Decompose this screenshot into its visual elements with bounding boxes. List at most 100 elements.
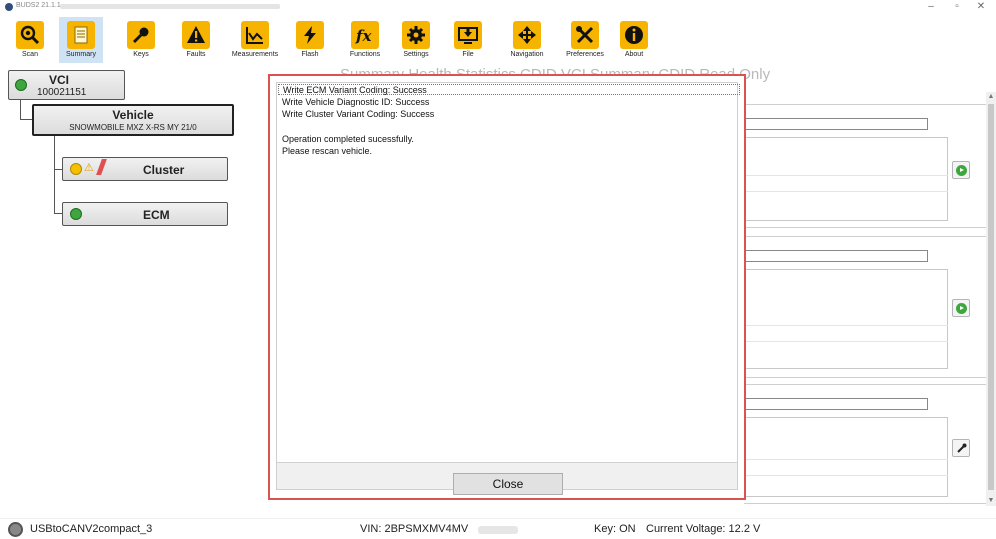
maximize-button[interactable]: ▫: [944, 0, 970, 14]
toolbar-file-button[interactable]: File: [446, 17, 490, 63]
toolbar-file-label: File: [462, 51, 474, 58]
group-line: [744, 475, 948, 476]
cluster-label: Cluster: [143, 163, 185, 177]
log-line: Operation completed sucessfully.: [282, 134, 414, 144]
wrench-screwdriver-icon: [571, 21, 599, 49]
svg-text:fx: fx: [355, 27, 372, 45]
toolbar-flash-button[interactable]: Flash: [288, 17, 332, 63]
flash-pending-icon: [96, 159, 107, 175]
edit-button[interactable]: [952, 439, 970, 457]
operation-result-dialog: Write ECM Variant Coding: Success Write …: [268, 74, 746, 500]
key-icon: [127, 21, 155, 49]
current-voltage: Current Voltage: 12.2 V: [646, 523, 761, 535]
tree-node-ecm[interactable]: ECM: [62, 202, 228, 226]
play-icon: [956, 303, 967, 314]
tree-node-vehicle[interactable]: Vehicle SNOWMOBILE MXZ X-RS MY 21/0: [32, 104, 234, 136]
device-name: USBtoCANV2compact_3: [30, 523, 153, 535]
toolbar-settings-label: Settings: [403, 51, 429, 58]
run-button[interactable]: [952, 299, 970, 317]
toolbar-settings-button[interactable]: Settings: [394, 17, 438, 63]
summary-group-3: [744, 384, 988, 504]
toolbar-navigation-label: Navigation: [510, 51, 544, 58]
title-bar: BUDS2 21.1.1 – ▫ ✕: [0, 0, 996, 14]
toolbar-flash-label: Flash: [301, 51, 319, 58]
usb-device-icon: [8, 522, 23, 537]
status-bar: USBtoCANV2compact_3 VIN: 2BPSMXMV4MV Key…: [0, 518, 996, 539]
group-field: [744, 250, 928, 262]
summary-document-icon: [67, 21, 95, 49]
warning-triangle-icon: [182, 21, 210, 49]
toolbar-scan-button[interactable]: Scan: [8, 17, 52, 63]
tree-connector: [20, 100, 21, 120]
group-line: [744, 325, 948, 326]
vehicle-title: Vehicle: [112, 108, 154, 122]
main-toolbar: Scan Summary Keys Faults Measurements Fl…: [0, 14, 996, 64]
toolbar-preferences-label: Preferences: [566, 51, 604, 58]
toolbar-measurements-button[interactable]: Measurements: [226, 17, 284, 63]
vin-text: VIN: 2BPSMXMV4MV: [360, 523, 469, 535]
scroll-thumb[interactable]: [988, 104, 994, 490]
run-button[interactable]: [952, 161, 970, 179]
line-graph-icon: [241, 21, 269, 49]
close-button[interactable]: Close: [453, 473, 563, 495]
tree-connector: [54, 169, 62, 170]
group-content: [744, 269, 948, 369]
toolbar-about-label: About: [624, 51, 644, 58]
toolbar-measurements-label: Measurements: [231, 51, 279, 58]
toolbar-functions-button[interactable]: fx Functions: [340, 17, 390, 63]
toolbar-about-button[interactable]: About: [612, 17, 656, 63]
toolbar-navigation-button[interactable]: Navigation: [502, 17, 552, 63]
close-window-button[interactable]: ✕: [968, 0, 994, 14]
group-field: [744, 398, 928, 410]
toolbar-faults-label: Faults: [186, 51, 206, 58]
ok-status-icon: [15, 79, 27, 91]
window-title: BUDS2 21.1.1: [16, 2, 61, 9]
vin-redacted: [478, 526, 518, 534]
minimize-button[interactable]: –: [918, 0, 944, 14]
toolbar-summary-button[interactable]: Summary: [59, 17, 103, 63]
scan-magnifier-icon: [16, 21, 44, 49]
ok-status-icon: [70, 208, 82, 220]
result-log[interactable]: Write ECM Variant Coding: Success Write …: [277, 83, 740, 463]
log-line-selected[interactable]: Write ECM Variant Coding: Success: [278, 84, 740, 95]
toolbar-preferences-button[interactable]: Preferences: [560, 17, 610, 63]
vci-title: VCI: [49, 73, 70, 87]
toolbar-scan-label: Scan: [22, 51, 38, 58]
vertical-scrollbar[interactable]: ▲ ▼: [986, 92, 996, 506]
tree-node-cluster[interactable]: ⚠ Cluster: [62, 157, 228, 181]
group-line: [744, 175, 948, 176]
group-line: [744, 191, 948, 192]
toolbar-keys-label: Keys: [133, 51, 149, 58]
play-icon: [956, 165, 967, 176]
summary-group-2: [744, 236, 988, 378]
log-line: Write Cluster Variant Coding: Success: [282, 109, 435, 119]
tree-node-vci[interactable]: VCI 100021151: [8, 70, 125, 100]
fault-warning-icon: ⚠: [84, 162, 94, 174]
wrench-icon: [957, 443, 967, 453]
tree-connector: [54, 136, 55, 214]
toolbar-functions-label: Functions: [349, 51, 381, 58]
info-icon: [620, 21, 648, 49]
scroll-up-icon[interactable]: ▲: [986, 92, 996, 102]
gear-icon: [402, 21, 430, 49]
group-content: [744, 137, 948, 221]
log-line: Write Vehicle Diagnostic ID: Success: [282, 97, 430, 107]
summary-group-1: [744, 104, 988, 228]
monitor-download-icon: [454, 21, 482, 49]
fx-icon: fx: [351, 21, 379, 49]
lightning-bolt-icon: [296, 21, 324, 49]
app-logo-icon: [5, 3, 13, 11]
tree-connector: [54, 213, 62, 214]
warning-status-icon: [70, 163, 82, 175]
toolbar-keys-button[interactable]: Keys: [119, 17, 163, 63]
navigation-arrows-icon: [513, 21, 541, 49]
key-status: Key: ON: [594, 523, 636, 535]
log-line: Please rescan vehicle.: [282, 146, 373, 156]
scroll-down-icon[interactable]: ▼: [986, 496, 996, 506]
tree-connector: [20, 119, 32, 120]
vehicle-model: SNOWMOBILE MXZ X-RS MY 21/0: [69, 123, 197, 132]
group-line: [744, 341, 948, 342]
dialog-body: Write ECM Variant Coding: Success Write …: [276, 82, 740, 495]
ecm-label: ECM: [143, 208, 170, 222]
toolbar-faults-button[interactable]: Faults: [174, 17, 218, 63]
